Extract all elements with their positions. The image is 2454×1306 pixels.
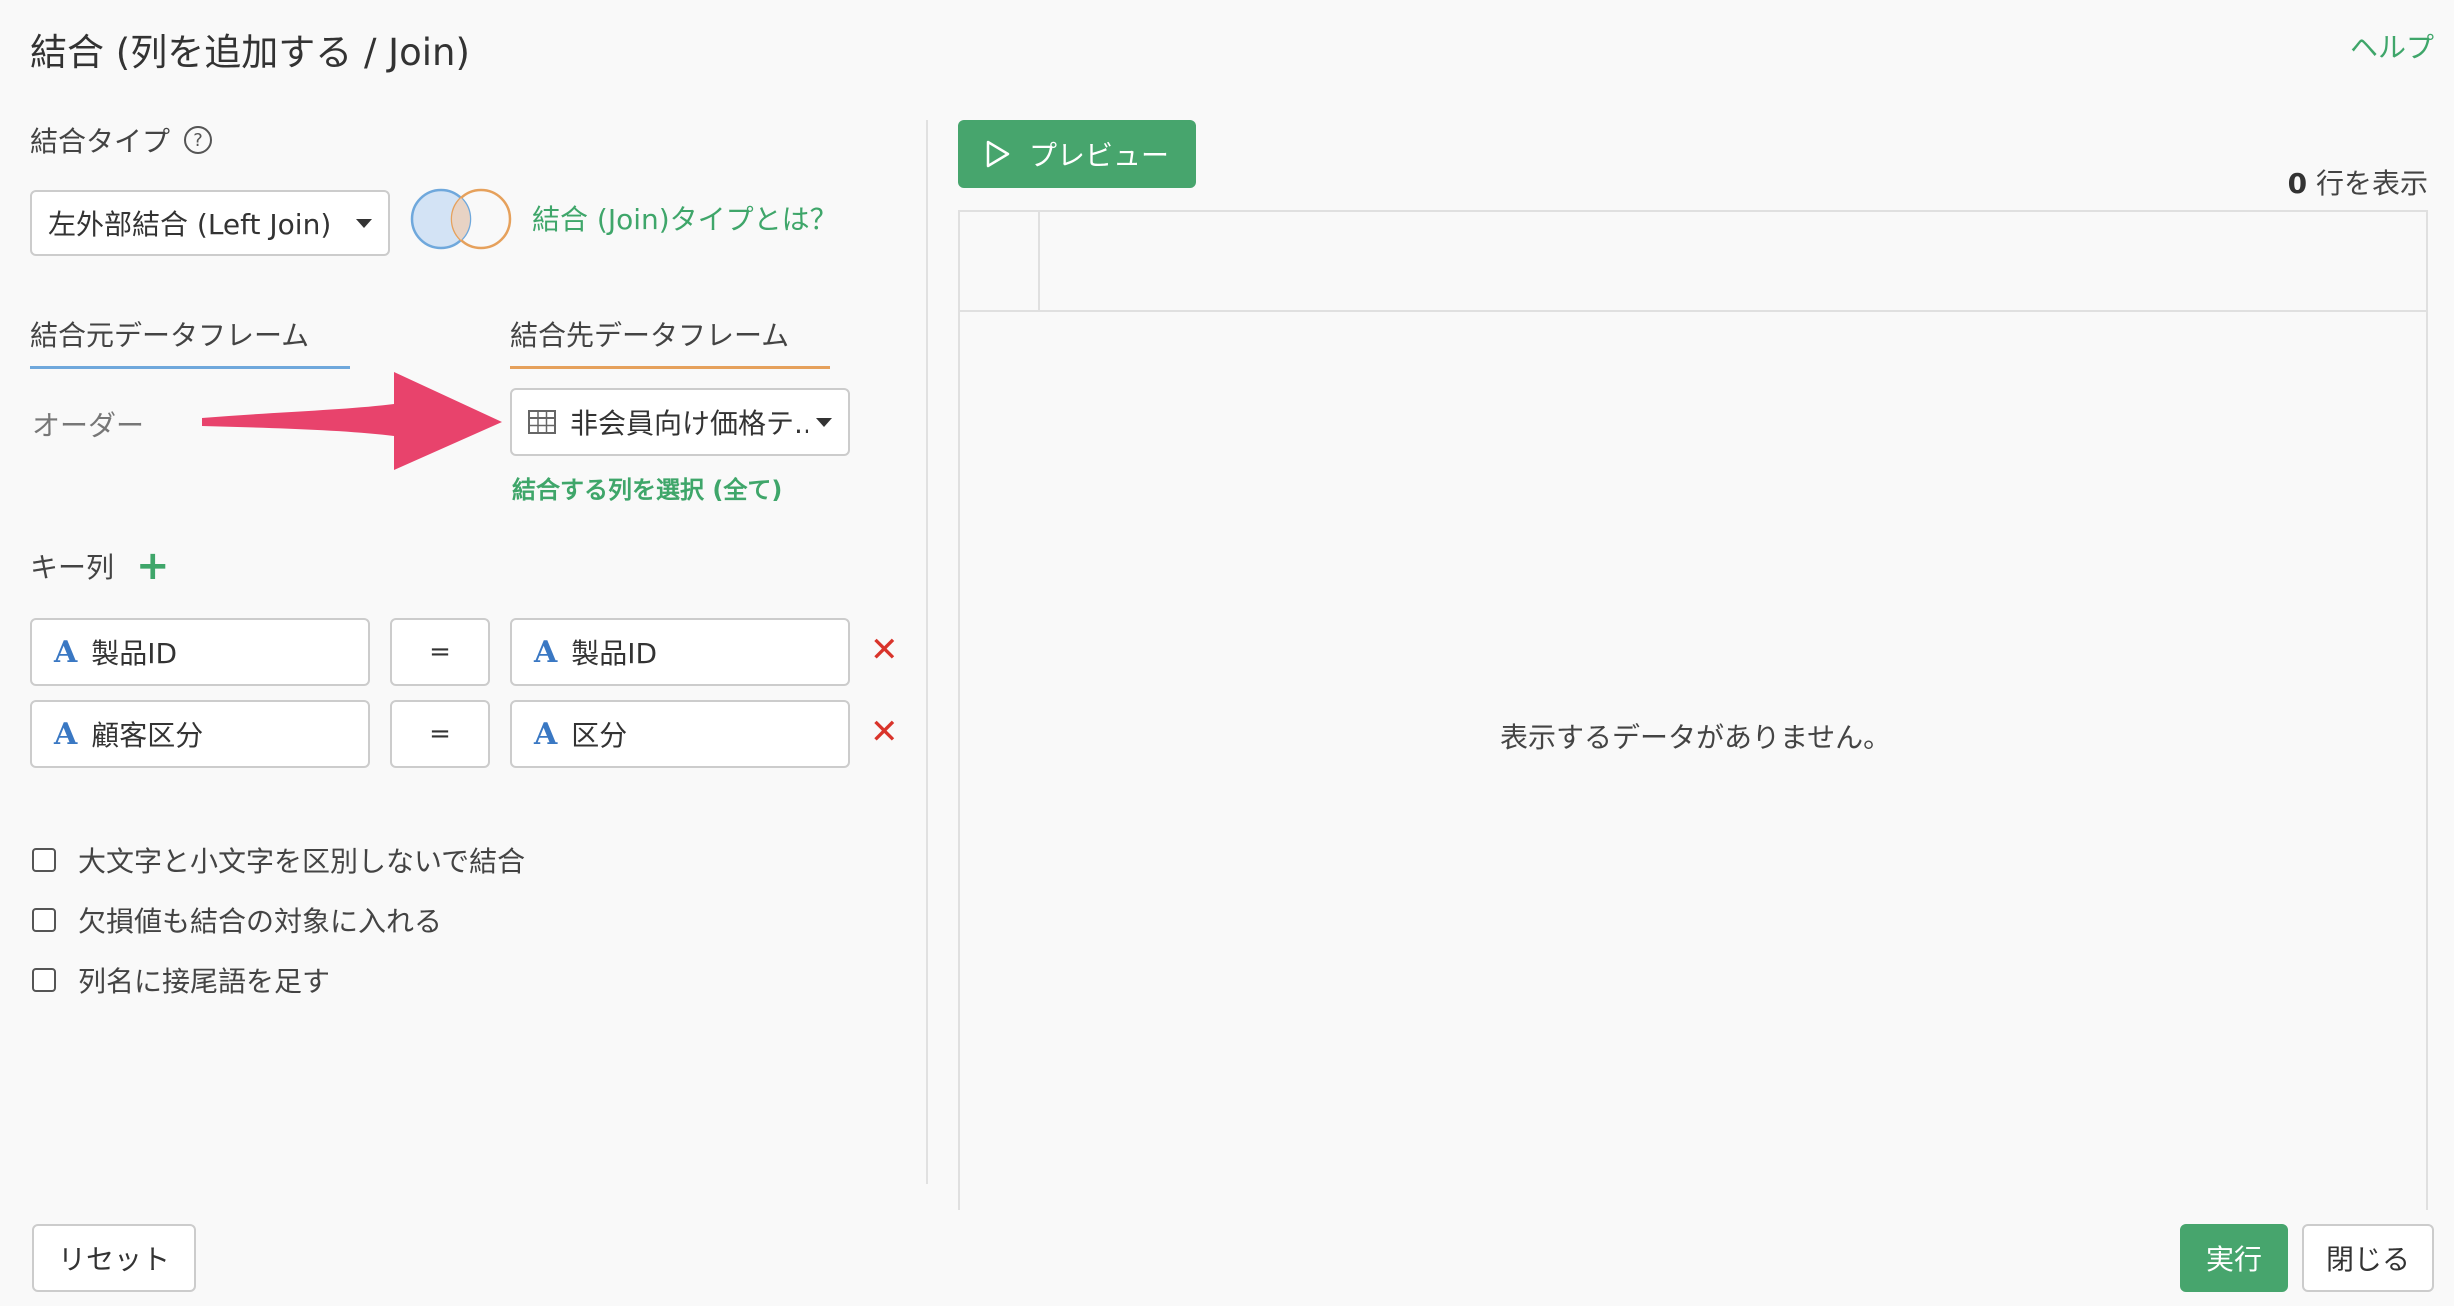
join-type-select[interactable]: 左外部結合 (Left Join) <box>30 190 390 256</box>
join-type-help-link[interactable]: 結合 (Join)タイプとは？ <box>532 198 838 238</box>
checkbox[interactable] <box>32 908 56 932</box>
key-left-value: 製品ID <box>91 637 178 670</box>
close-icon[interactable]: ✕ <box>870 712 899 752</box>
join-type-label-row: 結合タイプ ? <box>30 120 213 160</box>
key-right-select[interactable]: A 区分 <box>510 700 850 768</box>
source-dataframe-tab: 結合元データフレーム <box>30 314 350 369</box>
target-dataframe-select[interactable]: 非会員向け価格テ... <box>510 388 850 456</box>
target-dataframe-tab: 結合先データフレーム <box>510 314 830 369</box>
key-left-value: 顧客区分 <box>91 719 204 752</box>
empty-data-message: 表示するデータがありません。 <box>1500 721 1892 754</box>
arrow-annotation <box>202 372 502 470</box>
join-type-selected-value: 左外部結合 (Left Join) <box>48 208 332 241</box>
row-count-value: 0 <box>2287 167 2308 200</box>
close-icon[interactable]: ✕ <box>870 630 899 670</box>
key-operator[interactable]: = <box>390 700 490 768</box>
question-circle-icon[interactable]: ? <box>184 126 213 154</box>
key-right-value: 区分 <box>571 719 628 752</box>
caret-down-icon <box>356 218 372 228</box>
reset-button[interactable]: リセット <box>32 1224 196 1292</box>
close-button[interactable]: 閉じる <box>2302 1224 2434 1292</box>
plus-icon[interactable]: + <box>136 546 170 586</box>
target-dataframe-selected-value: 非会員向け価格テ... <box>570 407 808 440</box>
play-icon <box>986 140 1010 168</box>
option-label: 大文字と小文字を区別しないで結合 <box>78 845 526 878</box>
option-label: 列名に接尾語を足す <box>78 965 331 998</box>
checkbox[interactable] <box>32 968 56 992</box>
caret-down-icon <box>816 417 832 427</box>
venn-diagram-icon <box>410 188 512 250</box>
panel-divider <box>926 120 928 1184</box>
preview-button-label: プレビュー <box>1028 139 1169 172</box>
select-columns-link[interactable]: 結合する列を選択 (全て) <box>512 470 782 505</box>
source-dataframe-name: オーダー <box>32 409 145 442</box>
preview-table <box>958 210 2428 1210</box>
option-add-suffix[interactable]: 列名に接尾語を足す <box>32 960 330 1000</box>
checkbox[interactable] <box>32 848 56 872</box>
dialog-title: 結合 (列を追加する / Join) <box>30 31 470 74</box>
key-left-select[interactable]: A 顧客区分 <box>30 700 370 768</box>
option-include-missing[interactable]: 欠損値も結合の対象に入れる <box>32 900 442 940</box>
header-divider <box>1038 212 1040 312</box>
key-operator[interactable]: = <box>390 618 490 686</box>
join-type-label: 結合タイプ <box>30 125 171 158</box>
key-left-select[interactable]: A 製品ID <box>30 618 370 686</box>
key-right-select[interactable]: A 製品ID <box>510 618 850 686</box>
run-button[interactable]: 実行 <box>2180 1224 2288 1292</box>
string-type-icon: A <box>534 634 558 670</box>
key-right-value: 製品ID <box>571 637 658 670</box>
row-count-suffix: 行を表示 <box>2315 167 2428 200</box>
option-case-insensitive[interactable]: 大文字と小文字を区別しないで結合 <box>32 840 525 880</box>
option-label: 欠損値も結合の対象に入れる <box>78 905 443 938</box>
string-type-icon: A <box>54 634 78 670</box>
string-type-icon: A <box>54 716 78 752</box>
string-type-icon: A <box>534 716 558 752</box>
key-columns-label-row: キー列 + <box>30 546 170 586</box>
key-columns-label: キー列 <box>30 551 115 584</box>
preview-table-header <box>960 212 2426 312</box>
row-count: 0 行を表示 <box>2288 162 2428 202</box>
preview-button[interactable]: プレビュー <box>958 120 1196 188</box>
table-icon <box>528 410 556 434</box>
help-link[interactable]: ヘルプ <box>2350 26 2434 66</box>
